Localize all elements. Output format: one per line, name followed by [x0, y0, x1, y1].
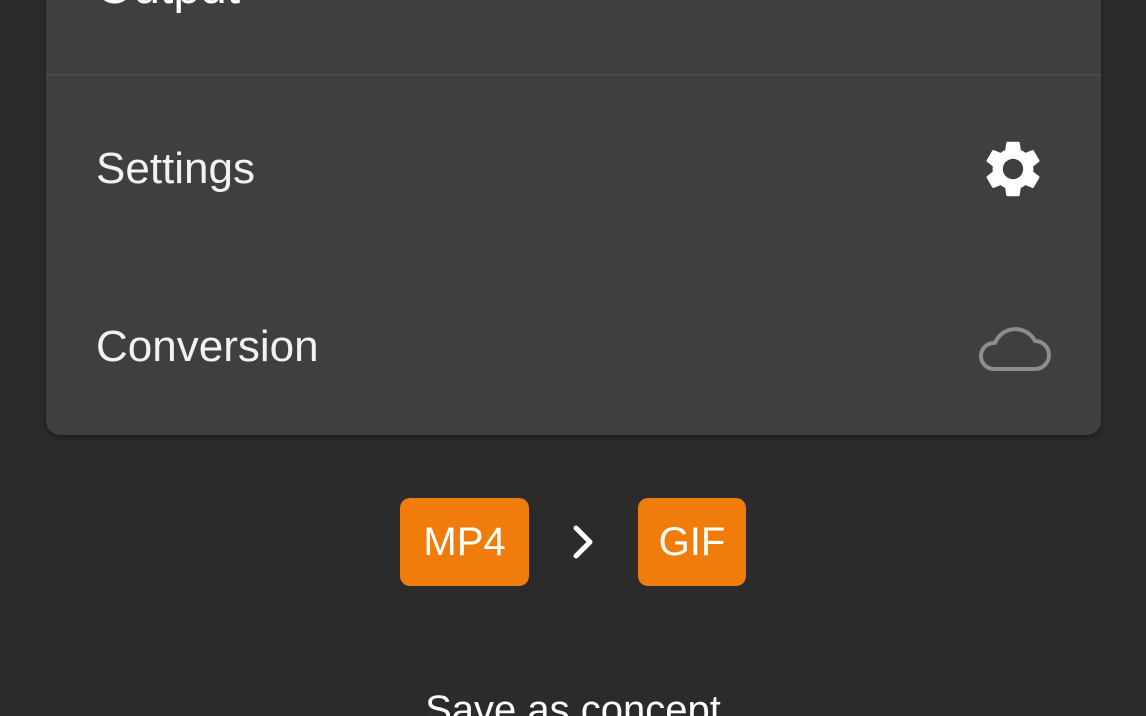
settings-row[interactable]: Settings [46, 104, 1101, 234]
save-as-concept-button[interactable]: Save as concept [0, 688, 1146, 716]
cloud-icon[interactable] [973, 314, 1053, 380]
output-card: Output Settings Conversion [46, 0, 1101, 435]
source-format-badge[interactable]: MP4 [400, 498, 529, 586]
format-conversion: MP4 GIF [0, 498, 1146, 586]
settings-label: Settings [96, 144, 255, 193]
chevron-right-icon [573, 525, 593, 559]
card-title: Output [96, 0, 240, 18]
target-format-badge[interactable]: GIF [638, 498, 746, 586]
divider [46, 74, 1101, 76]
gear-icon[interactable] [973, 136, 1053, 202]
conversion-row[interactable]: Conversion [46, 282, 1101, 412]
conversion-label: Conversion [96, 322, 319, 371]
screen: Output Settings Conversion MP4 GIF Sa [0, 0, 1146, 716]
